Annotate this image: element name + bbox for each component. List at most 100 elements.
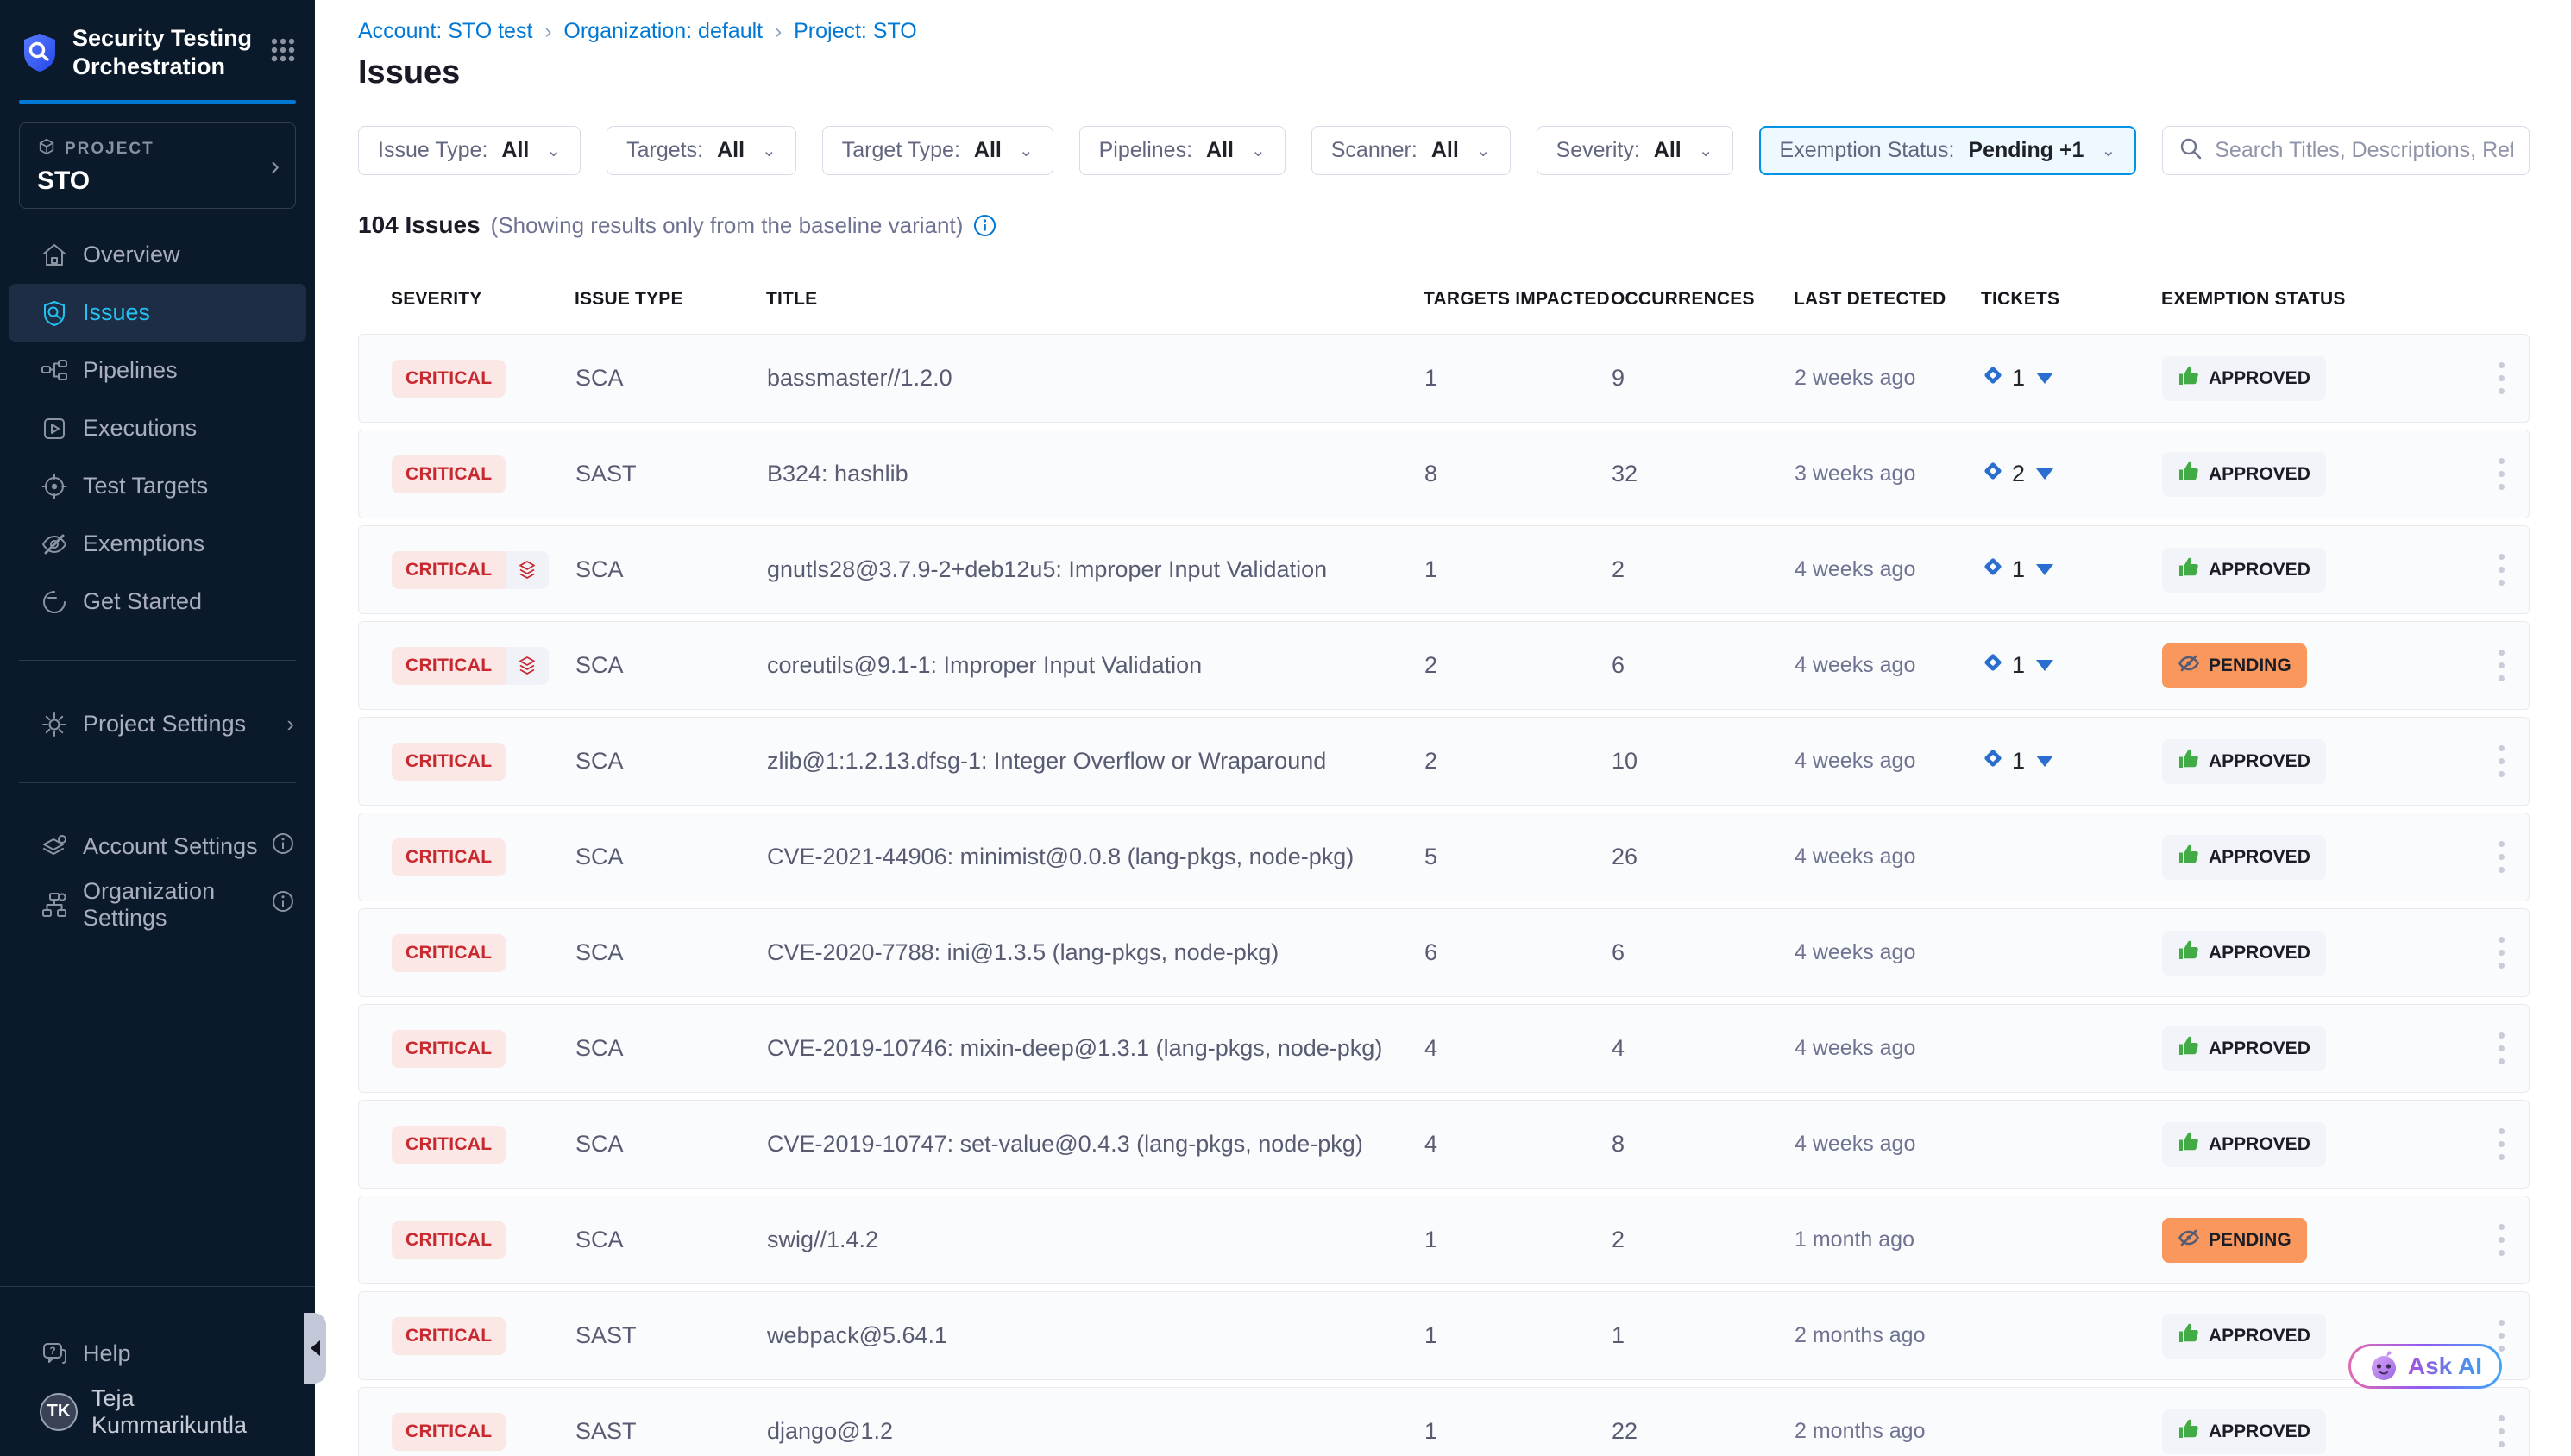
sidebar-item-label: Executions (83, 415, 294, 442)
ticket-dropdown[interactable]: 1 (1982, 747, 2053, 775)
chevron-right-icon: › (286, 711, 294, 737)
user-profile[interactable]: TK Teja Kummarikuntla (9, 1383, 306, 1440)
filter-chip-issue-type[interactable]: Issue Type: All ⌄ (358, 126, 581, 175)
breadcrumb-link[interactable]: Project: STO (794, 19, 917, 44)
home-icon (40, 241, 69, 270)
ai-bot-icon (2368, 1351, 2399, 1382)
avatar: TK (40, 1393, 78, 1431)
last-detected: 1 month ago (1795, 1227, 1982, 1252)
table-row[interactable]: CRITICAL SCA CVE-2021-44906: minimist@0.… (358, 813, 2530, 901)
project-selector[interactable]: PROJECT STO › (19, 122, 296, 209)
target-icon (40, 472, 69, 501)
severity-label: CRITICAL (392, 1030, 506, 1068)
table-row[interactable]: CRITICAL SAST webpack@5.64.1 1 1 2 month… (358, 1291, 2530, 1380)
exemption-status-label: PENDING (2209, 1230, 2291, 1251)
table-row[interactable]: CRITICAL SCA CVE-2020-7788: ini@1.3.5 (l… (358, 908, 2530, 997)
row-menu-kebab-icon[interactable] (2492, 643, 2511, 688)
row-menu-kebab-icon[interactable] (2492, 451, 2511, 497)
sidebar-item-exemptions[interactable]: Exemptions (9, 515, 306, 573)
breadcrumb-link[interactable]: Account: STO test (358, 19, 532, 44)
occurrences: 6 (1612, 652, 1795, 679)
column-header: LAST DETECTED (1794, 289, 1981, 310)
row-menu-kebab-icon[interactable] (2492, 930, 2511, 976)
ask-ai-label: Ask AI (2408, 1352, 2482, 1380)
column-header: SEVERITY (391, 289, 575, 310)
caret-down-icon (2036, 756, 2053, 767)
table-row[interactable]: CRITICAL SCA swig//1.4.2 1 2 1 month ago… (358, 1196, 2530, 1284)
sidebar-item-project-settings[interactable]: Project Settings › (9, 695, 306, 753)
app-switcher-grid-icon[interactable] (270, 37, 296, 63)
table-header-row: SEVERITYISSUE TYPETITLETARGETS IMPACTEDO… (358, 289, 2530, 310)
table-row[interactable]: CRITICAL SAST django@1.2 1 22 2 months a… (358, 1387, 2530, 1456)
table-row[interactable]: CRITICAL SCA zlib@1:1.2.13.dfsg-1: Integ… (358, 717, 2530, 806)
sidebar-item-overview[interactable]: Overview (9, 226, 306, 284)
info-icon[interactable] (973, 214, 996, 237)
filter-chip-exemption-status[interactable]: Exemption Status: Pending +1 ⌄ (1759, 126, 2137, 175)
severity-badge: CRITICAL (392, 1413, 506, 1451)
thumbs-up-icon (2178, 1322, 2200, 1350)
table-row[interactable]: CRITICAL SAST B324: hashlib 8 32 3 weeks… (358, 430, 2530, 518)
sidebar-item-pipelines[interactable]: Pipelines (9, 342, 306, 399)
severity-badge: CRITICAL (392, 360, 506, 398)
ticket-dropdown[interactable]: 2 (1982, 460, 2053, 488)
ticket-count: 1 (2012, 652, 2025, 679)
sidebar-item-account-settings[interactable]: Account Settings (9, 818, 306, 875)
row-menu-kebab-icon[interactable] (2492, 834, 2511, 880)
ticket-dropdown[interactable]: 1 (1982, 364, 2053, 392)
issue-title: CVE-2021-44906: minimist@0.0.8 (lang-pkg… (767, 844, 1424, 870)
row-menu-kebab-icon[interactable] (2492, 1026, 2511, 1071)
table-row[interactable]: CRITICAL SCA coreutils@9.1-1: Improper I… (358, 621, 2530, 710)
targets-impacted: 6 (1424, 939, 1612, 966)
column-header: ISSUE TYPE (575, 289, 766, 310)
table-row[interactable]: CRITICAL SCA gnutls28@3.7.9-2+deb12u5: I… (358, 525, 2530, 614)
filter-chip-severity[interactable]: Severity: All ⌄ (1537, 126, 1733, 175)
filter-chip-targets[interactable]: Targets: All ⌄ (607, 126, 796, 175)
pipeline-icon (40, 356, 69, 386)
sidebar-item-executions[interactable]: Executions (9, 399, 306, 457)
issue-title: coreutils@9.1-1: Improper Input Validati… (767, 652, 1424, 679)
search-icon (2178, 136, 2203, 165)
sidebar-item-label: Project Settings (83, 711, 273, 737)
ask-ai-button[interactable]: Ask AI (2348, 1344, 2502, 1389)
shield-search-icon (40, 298, 69, 328)
table-row[interactable]: CRITICAL SCA CVE-2019-10747: set-value@0… (358, 1100, 2530, 1189)
ticket-dropdown[interactable]: 1 (1982, 555, 2053, 584)
app-title: Security Testing Orchestration (72, 24, 255, 81)
row-menu-kebab-icon[interactable] (2492, 738, 2511, 784)
row-menu-kebab-icon[interactable] (2492, 355, 2511, 401)
sidebar-item-get-started[interactable]: Get Started (9, 573, 306, 631)
filter-chip-target-type[interactable]: Target Type: All ⌄ (822, 126, 1053, 175)
issue-title: CVE-2020-7788: ini@1.3.5 (lang-pkgs, nod… (767, 939, 1424, 966)
sidebar-item-issues[interactable]: Issues (9, 284, 306, 342)
severity-badge: CRITICAL (392, 934, 506, 972)
issue-title: CVE-2019-10747: set-value@0.4.3 (lang-pk… (767, 1131, 1424, 1158)
sidebar-collapse-handle[interactable] (304, 1313, 326, 1384)
search-input[interactable] (2215, 138, 2513, 163)
table-row[interactable]: CRITICAL SCA CVE-2019-10746: mixin-deep@… (358, 1004, 2530, 1093)
row-menu-kebab-icon[interactable] (2492, 1409, 2511, 1454)
cube-icon (37, 137, 56, 161)
filter-chip-pipelines[interactable]: Pipelines: All ⌄ (1079, 126, 1286, 175)
chevron-down-icon: ⌄ (762, 140, 776, 161)
thumbs-up-icon (2178, 1035, 2200, 1063)
row-menu-kebab-icon[interactable] (2492, 1217, 2511, 1263)
sidebar-item-test-targets[interactable]: Test Targets (9, 457, 306, 515)
last-detected: 4 weeks ago (1795, 749, 1982, 774)
app-header: Security Testing Orchestration (0, 0, 315, 100)
table-row[interactable]: CRITICAL SCA bassmaster//1.2.0 1 9 2 wee… (358, 334, 2530, 423)
breadcrumb-separator-icon: › (544, 20, 551, 44)
severity-label: CRITICAL (392, 838, 506, 876)
exemption-status-badge: APPROVED (2162, 835, 2326, 880)
sidebar-item-help[interactable]: ? Help (9, 1325, 306, 1383)
row-menu-kebab-icon[interactable] (2492, 1121, 2511, 1167)
ticket-dropdown[interactable]: 1 (1982, 651, 2053, 680)
sidebar-item-organization-settings[interactable]: Organization Settings (9, 875, 306, 933)
breadcrumb-link[interactable]: Organization: default (563, 19, 763, 44)
jira-ticket-icon (1982, 460, 2004, 488)
issue-type: SCA (575, 365, 767, 392)
breadcrumb-separator-icon: › (775, 20, 782, 44)
last-detected: 2 months ago (1795, 1419, 1982, 1444)
occurrences: 8 (1612, 1131, 1795, 1158)
row-menu-kebab-icon[interactable] (2492, 547, 2511, 593)
filter-chip-scanner[interactable]: Scanner: All ⌄ (1311, 126, 1511, 175)
